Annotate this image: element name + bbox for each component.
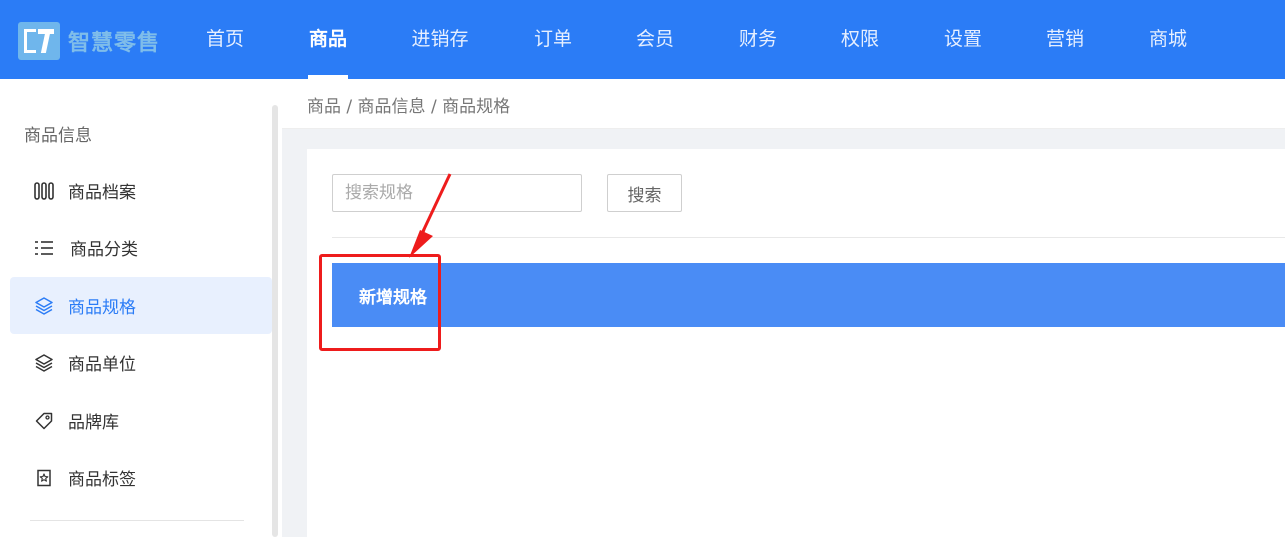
sidebar: 商品信息 商品档案 商品分类 商品规格 商品单位 品牌库 商品标签 [0,79,282,537]
nav-item-inventory[interactable]: 进销存 [410,0,470,79]
logo-text: 智慧零售 [68,31,161,56]
layers-icon [34,296,54,316]
nav-item-mall[interactable]: 商城 [1148,0,1188,79]
sidebar-item-label: 商品单位 [68,355,136,375]
sidebar-group-title: 商品信息 [24,126,92,146]
nav-item-permissions[interactable]: 权限 [840,0,880,79]
breadcrumb-bar: 商品 / 商品信息 / 商品规格 [282,79,1285,129]
app-logo[interactable]: 智慧零售 [18,21,160,61]
sidebar-item-label: 商品规格 [68,298,136,318]
layers-icon [34,353,54,373]
top-navigation-bar: 智慧零售 首页 商品 进销存 订单 会员 财务 权限 设置 营销 商城 [0,0,1285,79]
add-spec-button[interactable]: 新增规格 [359,283,427,308]
nav-item-settings[interactable]: 设置 [943,0,983,79]
search-input[interactable] [332,174,582,212]
tag-icon [34,411,54,431]
sidebar-item-label: 商品标签 [68,470,136,490]
breadcrumb: 商品 / 商品信息 / 商品规格 [307,97,511,117]
nav-item-finance[interactable]: 财务 [738,0,778,79]
archive-icon [34,181,54,201]
nav-item-orders[interactable]: 订单 [533,0,573,79]
nav-item-members[interactable]: 会员 [635,0,675,79]
sidebar-item-label: 商品分类 [70,240,138,260]
toolbar-bar: 新增规格 [332,263,1285,327]
sidebar-item-goods-tags[interactable]: 商品标签 [10,449,272,506]
logo-icon [18,22,60,60]
nav-item-home[interactable]: 首页 [205,0,245,79]
search-button[interactable]: 搜索 [607,174,682,212]
main-panel: 搜索 新增规格 [307,149,1285,537]
sidebar-item-goods-unit[interactable]: 商品单位 [10,334,272,391]
nav-item-goods[interactable]: 商品 [308,0,348,79]
sidebar-item-label: 品牌库 [68,413,119,433]
sidebar-item-brand-library[interactable]: 品牌库 [10,392,272,449]
sidebar-item-goods-archive[interactable]: 商品档案 [10,162,272,219]
sidebar-item-goods-category[interactable]: 商品分类 [10,219,272,276]
panel-divider [332,237,1285,238]
list-icon [34,238,54,258]
sidebar-item-label: 商品档案 [68,183,136,203]
nav-item-marketing[interactable]: 营销 [1045,0,1085,79]
star-tag-icon [34,468,54,488]
sidebar-item-goods-spec[interactable]: 商品规格 [10,277,272,334]
sidebar-divider [30,520,244,521]
sidebar-scrollbar[interactable] [272,105,278,537]
